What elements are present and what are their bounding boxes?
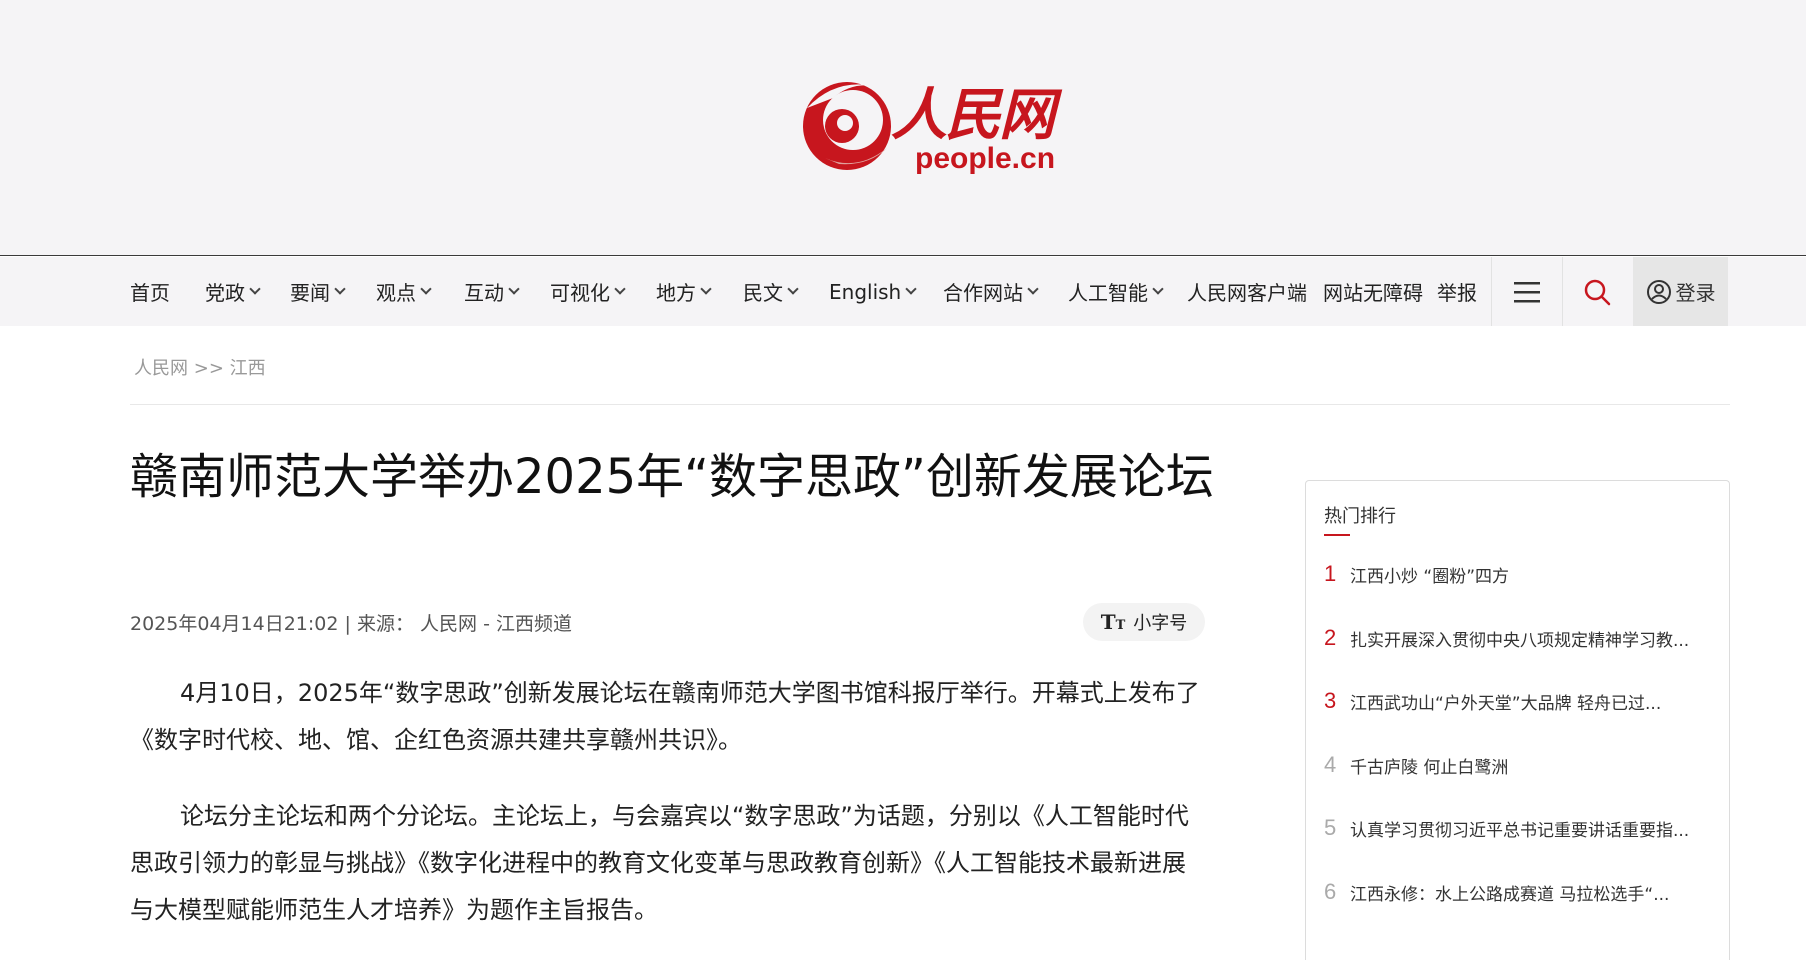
nav-item[interactable]: 互动 [464, 257, 520, 326]
nav-item-label: 网站无障碍 [1323, 281, 1423, 305]
login-button[interactable]: 登录 [1633, 257, 1728, 326]
nav-item-label: 人工智能 [1068, 281, 1148, 305]
text-size-icon: TT [1100, 610, 1126, 634]
rank-number: 4 [1324, 752, 1337, 777]
chevron-down-icon [334, 283, 346, 295]
rank-title: 认真学习贯彻习近平总书记重要讲话重要指... [1350, 820, 1690, 841]
rank-number: 1 [1324, 561, 1337, 586]
rank-title: 千古庐陵 何止白鹭洲 [1350, 757, 1509, 778]
source-label: 来源： [356, 613, 414, 635]
rank-title: 江西小炒 “圈粉”四方 [1350, 566, 1510, 587]
chevron-down-icon [787, 283, 799, 295]
search-icon [1584, 279, 1611, 305]
logo-chinese-text: 人民网 [891, 82, 1055, 148]
chevron-down-icon [1027, 283, 1039, 295]
rank-title: 江西永修：水上公路成赛道 马拉松选手“... [1350, 884, 1670, 905]
meta-separator: | [344, 613, 351, 635]
nav-item[interactable]: 地方 [656, 257, 712, 326]
search-button[interactable] [1562, 257, 1632, 326]
user-icon [1646, 279, 1671, 304]
nav-item[interactable]: 网站无障碍 [1323, 257, 1423, 326]
rank-number: 6 [1324, 879, 1337, 904]
breadcrumb-section[interactable]: 江西 [230, 358, 266, 379]
article-datetime: 2025年04月14日21:02 [130, 613, 339, 635]
nav-item[interactable]: 举报 [1437, 257, 1477, 326]
site-header: 人民网 people.cn [0, 0, 1806, 256]
rank-number: 2 [1324, 625, 1337, 650]
menu-button[interactable] [1492, 257, 1562, 326]
title-underline [1324, 534, 1350, 536]
nav-item-label: 民文 [743, 281, 783, 305]
ranking-item[interactable]: 5 认真学习贯彻习近平总书记重要讲话重要指... [1324, 813, 1714, 843]
main-nav: 首页 党政 要闻 观点 互动 可视化 地方 民文 English 合作网站 人工智能 人民网客户端 网站… [0, 257, 1806, 326]
chevron-down-icon [420, 283, 432, 295]
nav-item[interactable]: 党政 [205, 257, 261, 326]
font-size-label: 小字号 [1133, 613, 1188, 634]
hot-ranking-panel: 热门排行 1 江西小炒 “圈粉”四方 2 扎实开展深入贯彻中央八项规定精神学习教...… [1305, 480, 1730, 960]
nav-item[interactable]: 要闻 [290, 257, 346, 326]
nav-item[interactable]: 合作网站 [943, 257, 1039, 326]
article-title: 赣南师范大学举办2025年“数字思政”创新发展论坛 [130, 449, 1214, 505]
nav-item-label: 党政 [205, 281, 245, 305]
article-paragraph: 论坛分主论坛和两个分论坛。主论坛上，与会嘉宾以“数字思政”为话题，分别以《人工智… [130, 802, 1189, 924]
nav-item[interactable]: 人民网客户端 [1187, 257, 1307, 326]
chevron-down-icon [249, 283, 261, 295]
rank-title: 江西武功山“户外天堂”大品牌 轻舟已过... [1350, 693, 1662, 714]
chevron-down-icon [614, 283, 626, 295]
ranking-item[interactable]: 2 扎实开展深入贯彻中央八项规定精神学习教... [1324, 623, 1714, 653]
article-paragraph: 4月10日，2025年“数字思政”创新发展论坛在赣南师范大学图书馆科报厅举行。开… [130, 679, 1200, 754]
article-source[interactable]: 人民网 - 江西频道 [420, 613, 572, 635]
font-size-toggle[interactable]: TT 小字号 [1083, 603, 1205, 641]
nav-item[interactable]: 首页 [130, 257, 170, 326]
nav-item-label: English [829, 279, 902, 304]
nav-item-label: 互动 [464, 281, 504, 305]
chevron-down-icon [1152, 283, 1164, 295]
article-meta: 2025年04月14日21:02 | 来源： 人民网 - 江西频道 [130, 609, 572, 636]
hot-ranking-title: 热门排行 [1324, 506, 1396, 527]
nav-item-label: 地方 [656, 281, 696, 305]
login-label: 登录 [1675, 281, 1716, 305]
nav-item[interactable]: 观点 [376, 257, 432, 326]
nav-item-label: 首页 [130, 281, 170, 305]
ranking-item[interactable]: 4 千古庐陵 何止白鹭洲 [1324, 750, 1714, 780]
ranking-item[interactable]: 3 江西武功山“户外天堂”大品牌 轻舟已过... [1324, 686, 1714, 716]
nav-item-label: 合作网站 [943, 281, 1023, 305]
nav-item-label: 观点 [376, 281, 416, 305]
nav-item-label: 举报 [1437, 281, 1477, 305]
ranking-item[interactable]: 6 江西永修：水上公路成赛道 马拉松选手“... [1324, 877, 1714, 907]
nav-item[interactable]: 人工智能 [1068, 257, 1164, 326]
nav-item-label: 人民网客户端 [1187, 281, 1307, 305]
nav-item-label: 可视化 [550, 281, 610, 305]
logo-domain-text: people.cn [915, 142, 1056, 175]
chevron-down-icon [905, 283, 917, 295]
divider [130, 404, 1730, 405]
breadcrumb-home[interactable]: 人民网 [134, 358, 188, 379]
nav-item[interactable]: 可视化 [550, 257, 626, 326]
breadcrumb-separator: >> [193, 358, 224, 379]
hamburger-icon [1514, 281, 1540, 302]
chevron-down-icon [508, 283, 520, 295]
nav-item-label: 要闻 [290, 281, 330, 305]
rank-number: 5 [1324, 815, 1337, 840]
breadcrumb: 人民网 >> 江西 [134, 354, 266, 380]
rank-number: 3 [1324, 688, 1337, 713]
chevron-down-icon [700, 283, 712, 295]
rank-title: 扎实开展深入贯彻中央八项规定精神学习教... [1350, 630, 1690, 651]
people-cn-logo[interactable]: 人民网 people.cn [795, 68, 1065, 180]
ranking-item[interactable]: 1 江西小炒 “圈粉”四方 [1324, 559, 1714, 589]
nav-item[interactable]: 民文 [743, 257, 799, 326]
nav-item[interactable]: English [829, 257, 917, 326]
